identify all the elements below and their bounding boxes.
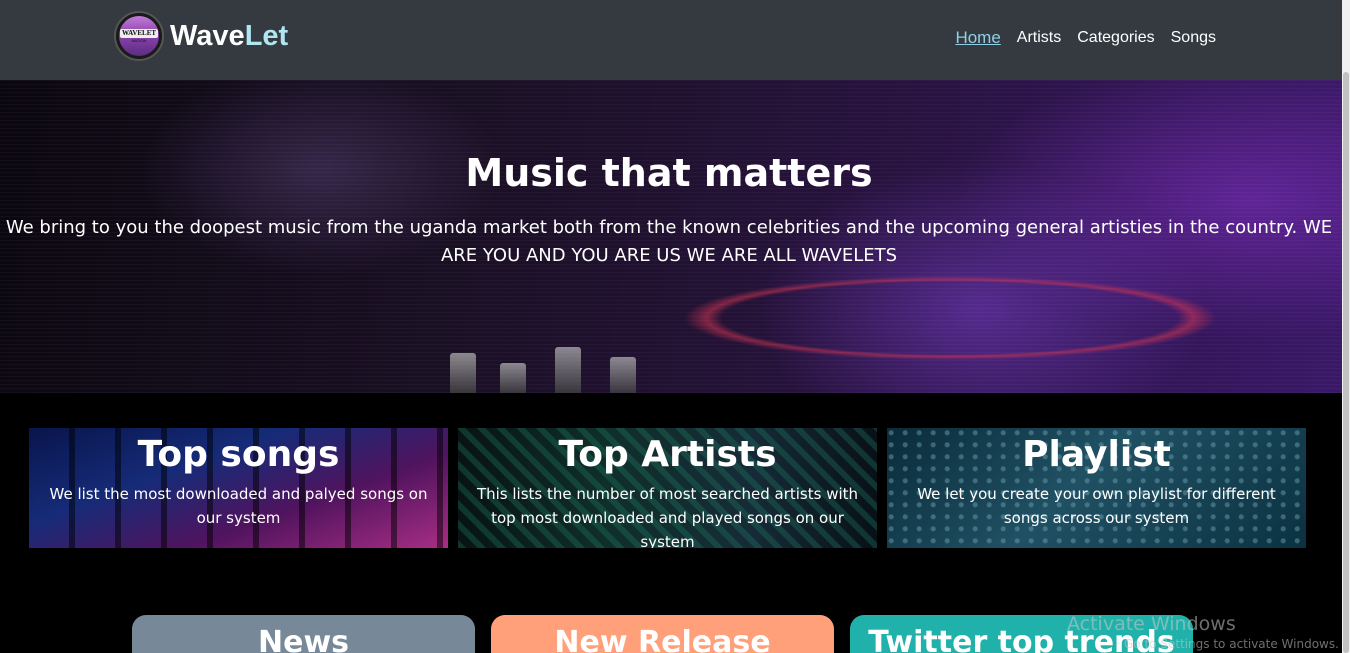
watermark-title: Activate Windows	[1067, 613, 1236, 635]
section-card-news[interactable]: News	[132, 615, 475, 653]
hero-description: We bring to you the doopest music from t…	[5, 217, 1333, 266]
hero-banner: Music that matters We bring to you the d…	[0, 80, 1342, 393]
card-description: This lists the number of most searched a…	[476, 485, 859, 548]
section-title: News	[257, 625, 350, 653]
brand-name-part2: Let	[244, 20, 289, 52]
wavelet-logo[interactable]: WAVELET NATION	[114, 11, 164, 61]
feature-card-top-songs[interactable]: Top songs We list the most downloaded an…	[29, 428, 448, 548]
brand-name-part1: Wave	[170, 20, 245, 52]
card-description: We list the most downloaded and palyed s…	[49, 485, 428, 527]
nav-link-home[interactable]: Home	[955, 26, 1000, 50]
logo-badge: WAVELET NATION	[119, 16, 159, 56]
brand[interactable]: WAVELET NATION WaveLet	[114, 11, 288, 61]
scrollbar-thumb[interactable]	[1343, 72, 1349, 653]
watermark-subtitle: Go to Settings to activate Windows.	[1124, 637, 1339, 651]
card-description: We let you create your own playlist for …	[917, 485, 1276, 527]
logo-text: WAVELET	[119, 28, 159, 38]
main-nav: Home Artists Categories Songs	[955, 26, 1216, 50]
page-scrollbar[interactable]	[1342, 0, 1350, 653]
hero-title: Music that matters	[465, 151, 873, 195]
feature-card-playlist[interactable]: Playlist We let you create your own play…	[887, 428, 1306, 548]
brand-name[interactable]: WaveLet	[170, 19, 288, 53]
card-title: Top songs	[137, 434, 340, 475]
nav-link-artists[interactable]: Artists	[1017, 26, 1061, 50]
card-title: Playlist	[1022, 434, 1171, 475]
navbar: WAVELET NATION WaveLet Home Artists Cate…	[0, 0, 1342, 80]
nav-link-categories[interactable]: Categories	[1077, 26, 1154, 50]
section-card-new-release[interactable]: New Release	[491, 615, 834, 653]
logo-subtext: NATION	[131, 37, 147, 43]
feature-card-top-artists[interactable]: Top Artists This lists the number of mos…	[458, 428, 877, 548]
activation-watermark: Activate Windows Go to Settings to activ…	[1067, 613, 1339, 653]
nav-link-songs[interactable]: Songs	[1171, 26, 1216, 50]
card-title: Top Artists	[558, 434, 777, 475]
section-title: New Release	[554, 625, 771, 653]
hero-background-faders	[440, 335, 660, 393]
